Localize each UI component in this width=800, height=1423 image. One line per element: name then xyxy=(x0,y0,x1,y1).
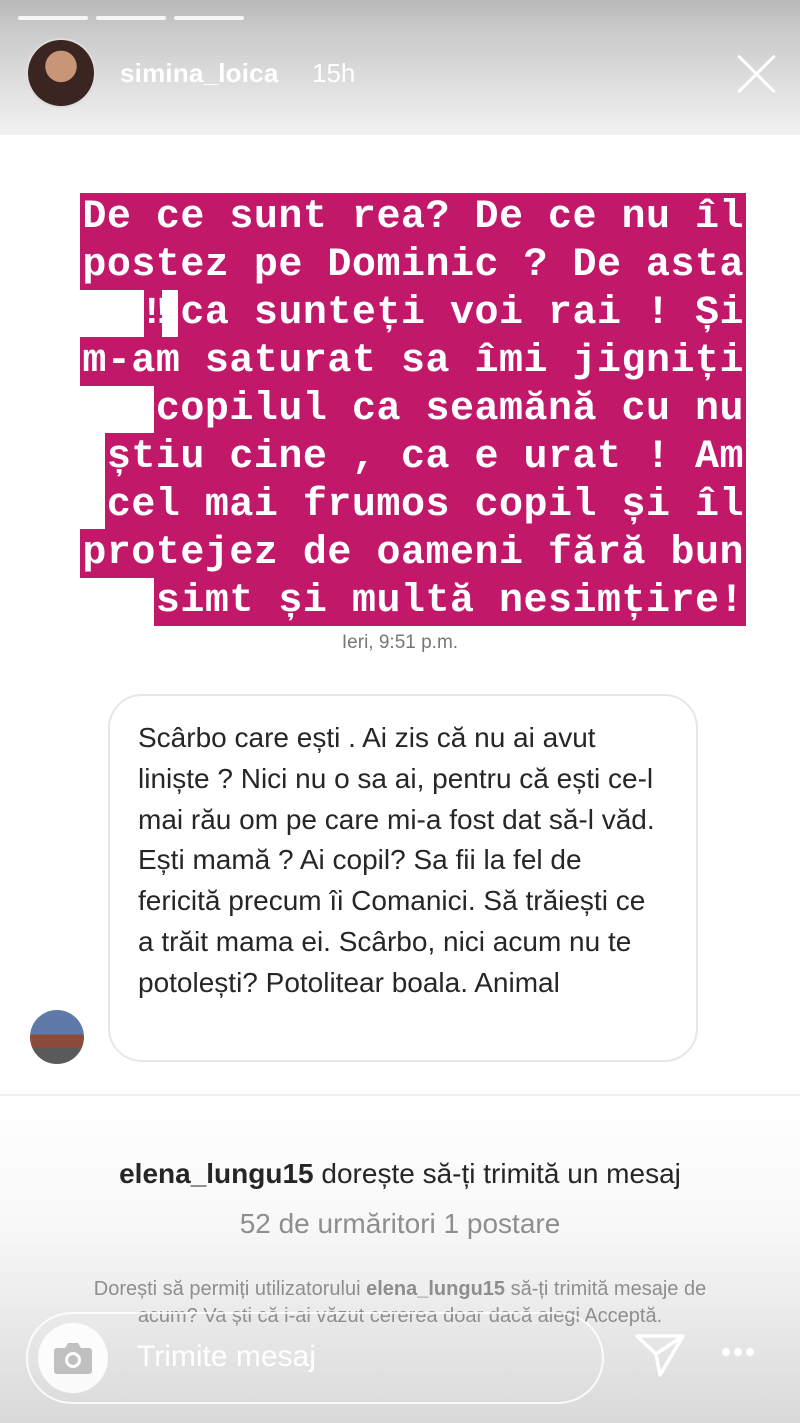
sender-avatar[interactable] xyxy=(30,1010,84,1064)
story-progress-segment xyxy=(18,16,88,20)
requester-username[interactable]: elena_lungu15 xyxy=(119,1158,314,1189)
requester-stats: 52 de urmăritori 1 postare xyxy=(239,1208,561,1239)
story-text-line: ‼ ca sunteți voi rai ! Și xyxy=(143,289,746,338)
story-text-line: m-am saturat sa îmi jigniți xyxy=(80,337,746,386)
story-text-line: postez pe Dominic ? De asta xyxy=(80,241,746,290)
send-icon[interactable] xyxy=(634,1332,686,1378)
story-username[interactable]: simina_loica xyxy=(120,58,278,89)
reply-placeholder[interactable]: Trimite mesaj xyxy=(137,1340,316,1374)
message-bubble[interactable]: Scârbo care ești . Ai zis că nu ai avut … xyxy=(108,694,698,1062)
story-text-block: De ce sunt rea? De ce nu îl postez pe Do… xyxy=(54,193,746,628)
story-text-line: cel mai frumos copil și îl xyxy=(104,481,746,530)
story-progress-segment xyxy=(174,16,244,20)
story-text-line: știu cine , ca e urat ! Am xyxy=(104,433,746,482)
camera-icon xyxy=(54,1343,92,1374)
message-date: Ieri, 9:51 p.m. xyxy=(341,632,459,653)
story-progress-segment xyxy=(96,16,166,20)
story-text-line: protejez de oameni fără bun xyxy=(80,529,746,578)
story-top-bar xyxy=(0,0,800,40)
avatar[interactable] xyxy=(28,40,94,106)
story-text-line: copilul ca seamănă cu nu xyxy=(153,385,746,434)
close-icon[interactable] xyxy=(733,50,781,98)
story-text-line: De ce sunt rea? De ce nu îl xyxy=(80,193,746,242)
more-icon[interactable] xyxy=(720,1346,756,1358)
request-title: elena_lungu15 dorește să-ți trimită un m… xyxy=(119,1158,681,1189)
message-text: Scârbo care ești . Ai zis că nu ai avut … xyxy=(138,722,655,998)
story-text-line: simt și multă nesimțire! xyxy=(153,577,746,626)
story-time: 15h xyxy=(312,58,356,88)
camera-button[interactable] xyxy=(38,1323,108,1393)
double-exclamation-emoji: ‼ xyxy=(143,290,168,337)
